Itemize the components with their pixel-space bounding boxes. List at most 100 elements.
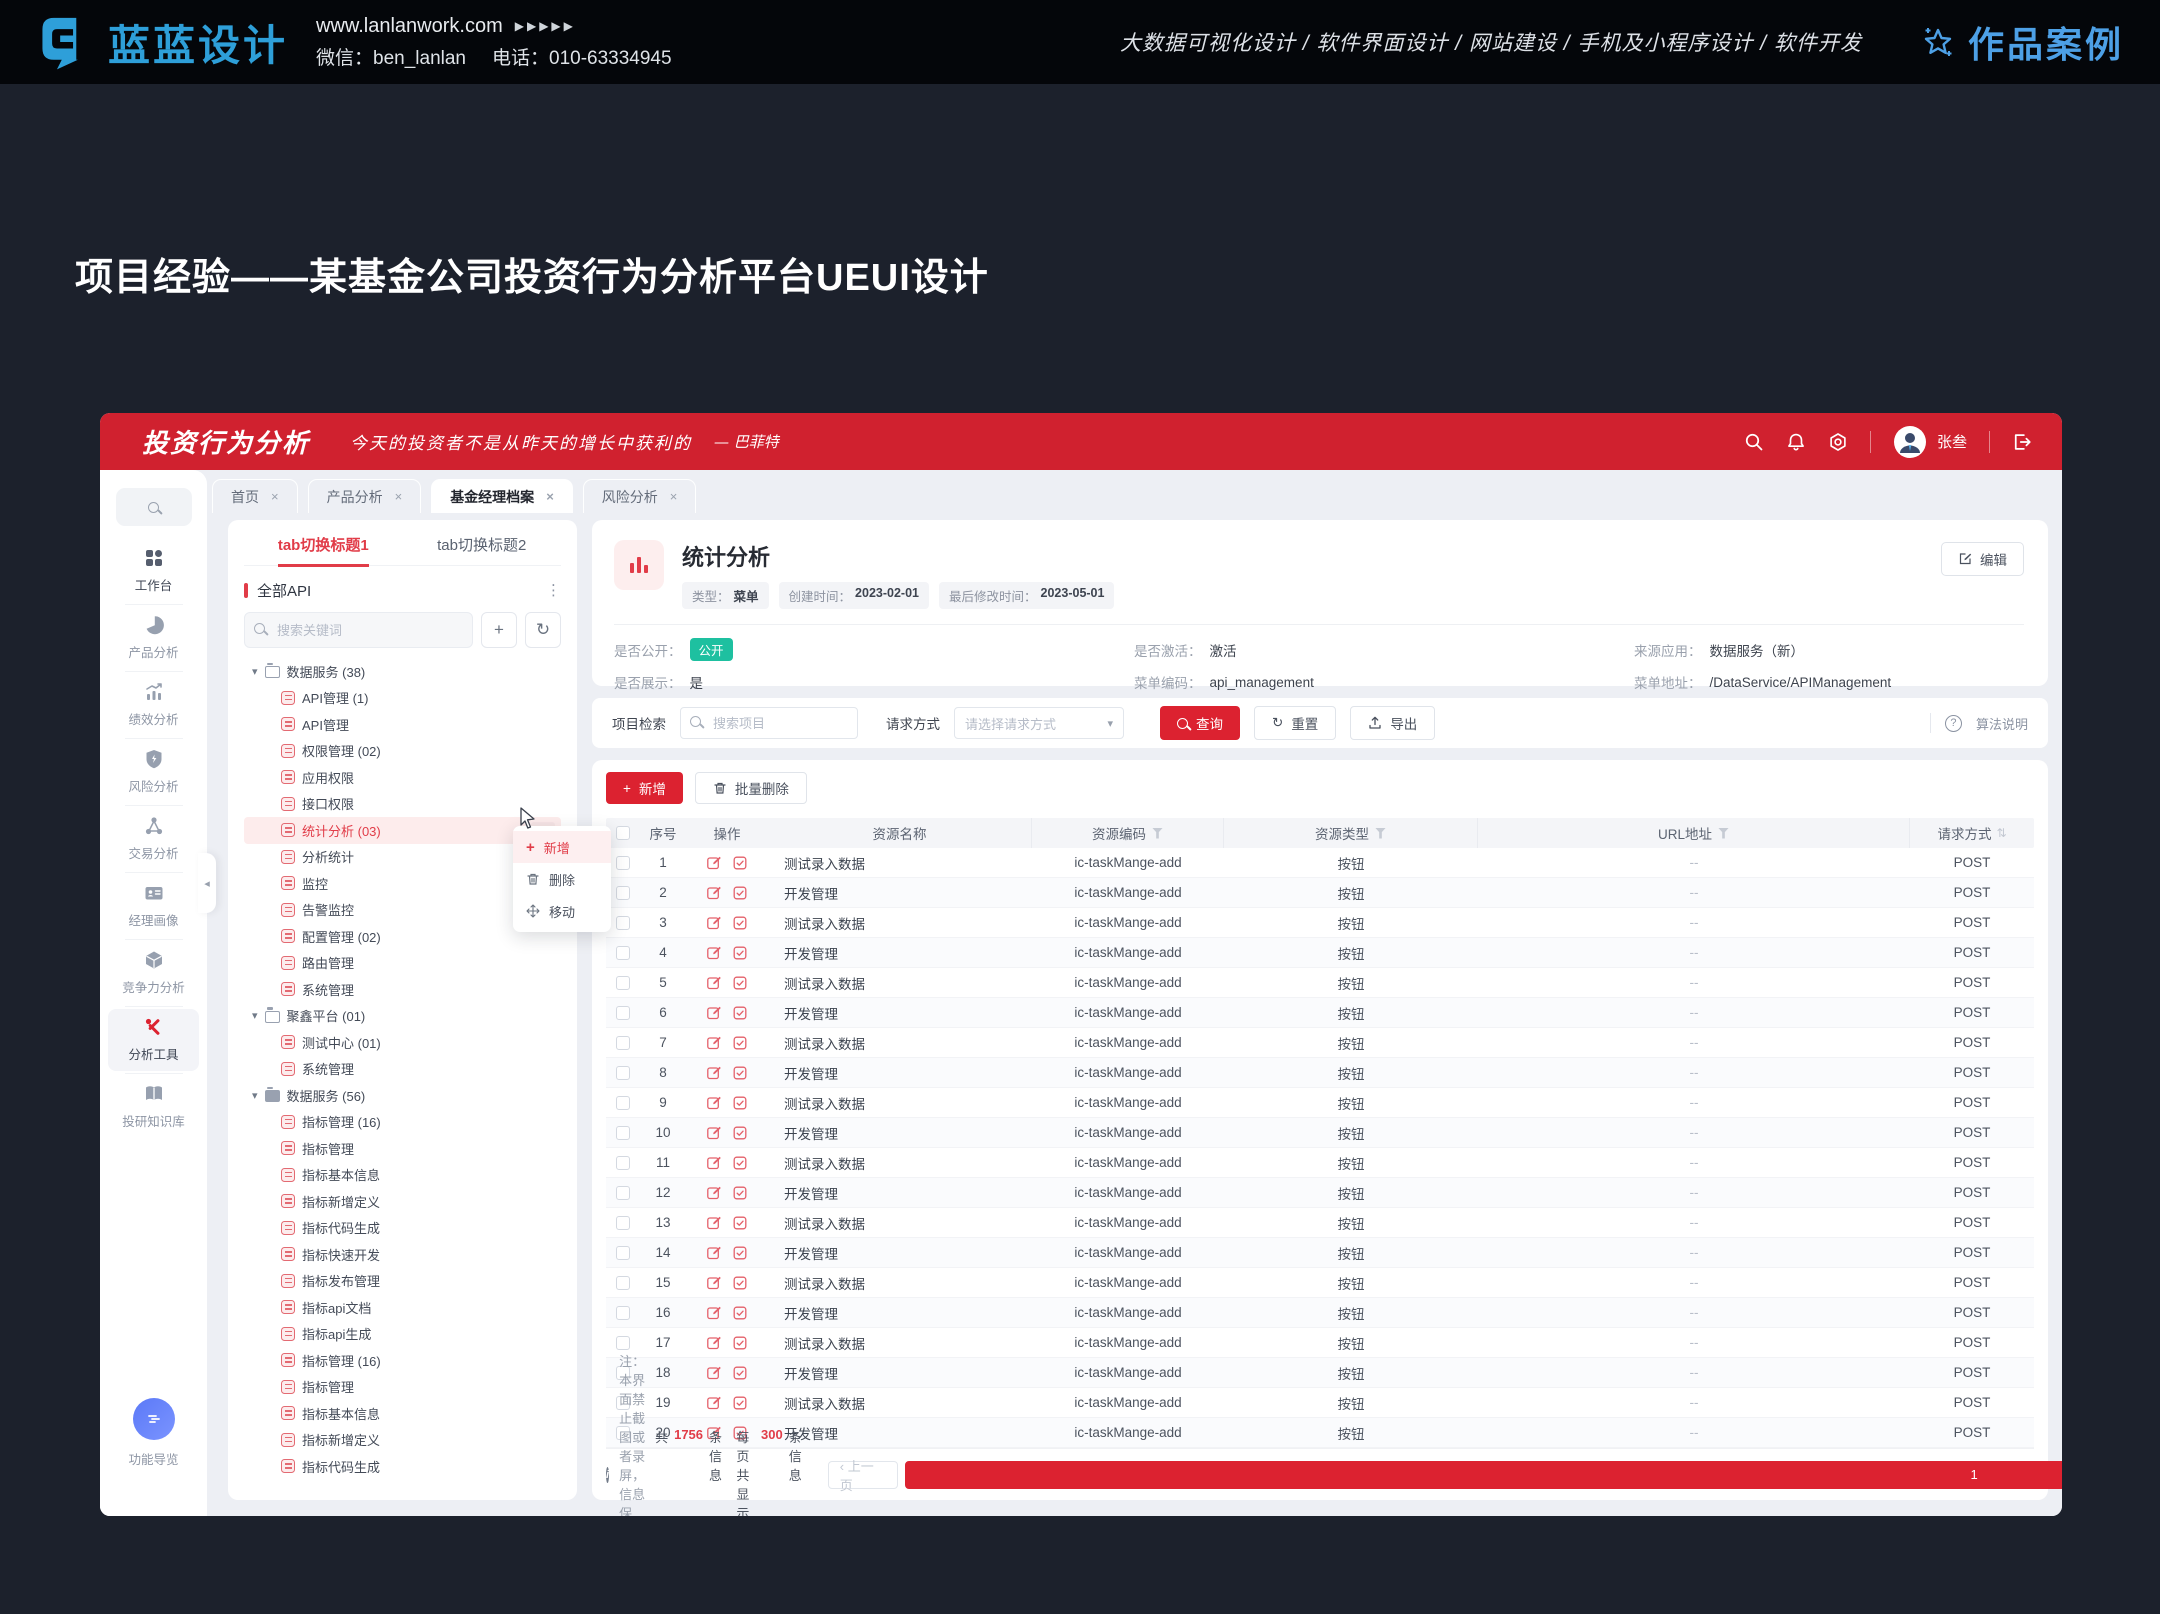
header-code[interactable]: 资源编码: [1032, 818, 1224, 848]
edit-row-icon[interactable]: [706, 1185, 722, 1201]
approve-row-icon[interactable]: [732, 1065, 748, 1081]
caret-down-icon[interactable]: ▾: [252, 665, 258, 678]
tree-item[interactable]: ▾ 应用权限 ⋯: [244, 764, 561, 791]
close-icon[interactable]: ×: [395, 489, 403, 504]
filter-funnel-icon[interactable]: [1718, 828, 1729, 839]
sidebar-item-risk-analysis[interactable]: 风险分析: [108, 741, 199, 803]
tree-item[interactable]: ▾ 指标基本信息 ⋯: [244, 1162, 561, 1189]
select-all-checkbox[interactable]: [616, 826, 630, 840]
row-checkbox[interactable]: [616, 946, 630, 960]
batch-delete-button[interactable]: 批量删除: [695, 772, 807, 804]
sidebar-item-analysis-tools[interactable]: 分析工具: [108, 1009, 199, 1071]
reset-button[interactable]: ↻ 重置: [1254, 706, 1336, 740]
tree-item[interactable]: ▾ 指标新增定义 ⋯: [244, 1188, 561, 1215]
edit-row-icon[interactable]: [706, 1095, 722, 1111]
row-checkbox[interactable]: [616, 886, 630, 900]
context-menu-move[interactable]: 移动: [513, 895, 611, 927]
approve-row-icon[interactable]: [732, 1095, 748, 1111]
approve-row-icon[interactable]: [732, 1245, 748, 1261]
edit-row-icon[interactable]: [706, 1035, 722, 1051]
sidebar-item-manager-profile[interactable]: 经理画像: [108, 875, 199, 937]
edit-row-icon[interactable]: [706, 915, 722, 931]
sidebar-search-button[interactable]: [116, 488, 192, 526]
project-search-input[interactable]: [680, 707, 858, 739]
add-button[interactable]: + 新增: [606, 772, 683, 804]
approve-row-icon[interactable]: [732, 945, 748, 961]
row-checkbox[interactable]: [616, 1036, 630, 1050]
bell-icon[interactable]: [1786, 432, 1806, 452]
tree-item[interactable]: ▾ 指标发布管理 ⋯: [244, 1268, 561, 1295]
user-menu[interactable]: 张叁: [1893, 425, 1967, 459]
caret-down-icon[interactable]: ▾: [252, 1089, 258, 1102]
feature-guide[interactable]: 功能导览: [100, 1398, 207, 1468]
tree-item[interactable]: ▾ API管理 ⋯: [244, 711, 561, 738]
row-checkbox[interactable]: [616, 1156, 630, 1170]
tree-item[interactable]: ▾ 指标基本信息 ⋯: [244, 1400, 561, 1427]
site-url[interactable]: www.lanlanwork.com: [316, 15, 503, 38]
sidebar-item-competitiveness[interactable]: 竞争力分析: [108, 942, 199, 1004]
sidebar-item-trade-analysis[interactable]: 交易分析: [108, 808, 199, 870]
tree-item[interactable]: ▾ 指标快速开发 ⋯: [244, 1241, 561, 1268]
header-url[interactable]: URL地址: [1478, 818, 1910, 848]
portfolio-group[interactable]: 作品案例: [1920, 16, 2124, 68]
sidebar-item-performance-analysis[interactable]: 绩效分析: [108, 674, 199, 736]
approve-row-icon[interactable]: [732, 1395, 748, 1411]
pagination-item[interactable]: ‹ 上一页: [828, 1461, 898, 1489]
row-checkbox[interactable]: [616, 1276, 630, 1290]
approve-row-icon[interactable]: [732, 885, 748, 901]
tree-item[interactable]: ▾ 系统管理 ⋯: [244, 976, 561, 1003]
more-vertical-icon[interactable]: ⋮: [546, 581, 561, 599]
filter-funnel-icon[interactable]: [1152, 828, 1163, 839]
tree-item[interactable]: ▾ 指标管理 ⋯: [244, 1374, 561, 1401]
tree-item[interactable]: ▾ 指标代码生成 ⋯: [244, 1215, 561, 1242]
tree-item[interactable]: ▾ API管理 (1) ⋯: [244, 685, 561, 712]
tree-item[interactable]: ▾ 权限管理 (02) ⋯: [244, 738, 561, 765]
tree-item[interactable]: ▾ 指标管理 ⋯: [244, 1135, 561, 1162]
logout-icon[interactable]: [2012, 432, 2032, 452]
settings-gear-icon[interactable]: [1828, 432, 1848, 452]
approve-row-icon[interactable]: [732, 1125, 748, 1141]
edit-row-icon[interactable]: [706, 885, 722, 901]
workspace-tab[interactable]: 产品分析 ×: [308, 479, 422, 513]
sidebar-item-workbench[interactable]: 工作台: [108, 540, 199, 602]
edit-button[interactable]: 编辑: [1941, 542, 2024, 576]
row-checkbox[interactable]: [616, 1006, 630, 1020]
approve-row-icon[interactable]: [732, 1035, 748, 1051]
workspace-tab[interactable]: 首页 ×: [212, 479, 298, 513]
tree-item[interactable]: ▾ 指标管理 (16) ⋯: [244, 1109, 561, 1136]
row-checkbox[interactable]: [616, 1066, 630, 1080]
tree-search-input[interactable]: [244, 612, 473, 648]
context-menu-add[interactable]: + 新增: [513, 831, 611, 863]
edit-row-icon[interactable]: [706, 1305, 722, 1321]
edit-row-icon[interactable]: [706, 855, 722, 871]
close-icon[interactable]: ×: [546, 489, 554, 504]
tree-item[interactable]: ▾ 指标管理 (16) ⋯: [244, 1347, 561, 1374]
query-button[interactable]: 查询: [1160, 706, 1240, 740]
tree-item[interactable]: ▾ 指标新增定义 ⋯: [244, 1427, 561, 1454]
close-icon[interactable]: ×: [670, 489, 678, 504]
filter-funnel-icon[interactable]: [1375, 828, 1386, 839]
tree-item[interactable]: ▾ 路由管理 ⋯: [244, 950, 561, 977]
workspace-tab[interactable]: 基金经理档案 ×: [431, 479, 573, 513]
edit-row-icon[interactable]: [706, 1245, 722, 1261]
row-checkbox[interactable]: [616, 1336, 630, 1350]
row-checkbox[interactable]: [616, 1186, 630, 1200]
edit-row-icon[interactable]: [706, 1395, 722, 1411]
tree-tab-2[interactable]: tab切换标题2: [403, 520, 562, 565]
edit-row-icon[interactable]: [706, 1275, 722, 1291]
tree-item[interactable]: ▾ 接口权限 ⋯: [244, 791, 561, 818]
tree-tab-1[interactable]: tab切换标题1: [244, 520, 403, 565]
row-checkbox[interactable]: [616, 856, 630, 870]
edit-row-icon[interactable]: [706, 975, 722, 991]
tree-item[interactable]: ▾ 数据服务 (56) ⋯: [244, 1082, 561, 1109]
approve-row-icon[interactable]: [732, 975, 748, 991]
approve-row-icon[interactable]: [732, 1185, 748, 1201]
tree-item[interactable]: ▾ 测试中心 (01) ⋯: [244, 1029, 561, 1056]
edit-row-icon[interactable]: [706, 1005, 722, 1021]
tree-item[interactable]: ▾ 系统管理 ⋯: [244, 1056, 561, 1083]
sidebar-item-product-analysis[interactable]: 产品分析: [108, 607, 199, 669]
edit-row-icon[interactable]: [706, 1125, 722, 1141]
row-checkbox[interactable]: [616, 1126, 630, 1140]
tree-add-button[interactable]: +: [481, 612, 517, 648]
row-checkbox[interactable]: [616, 976, 630, 990]
